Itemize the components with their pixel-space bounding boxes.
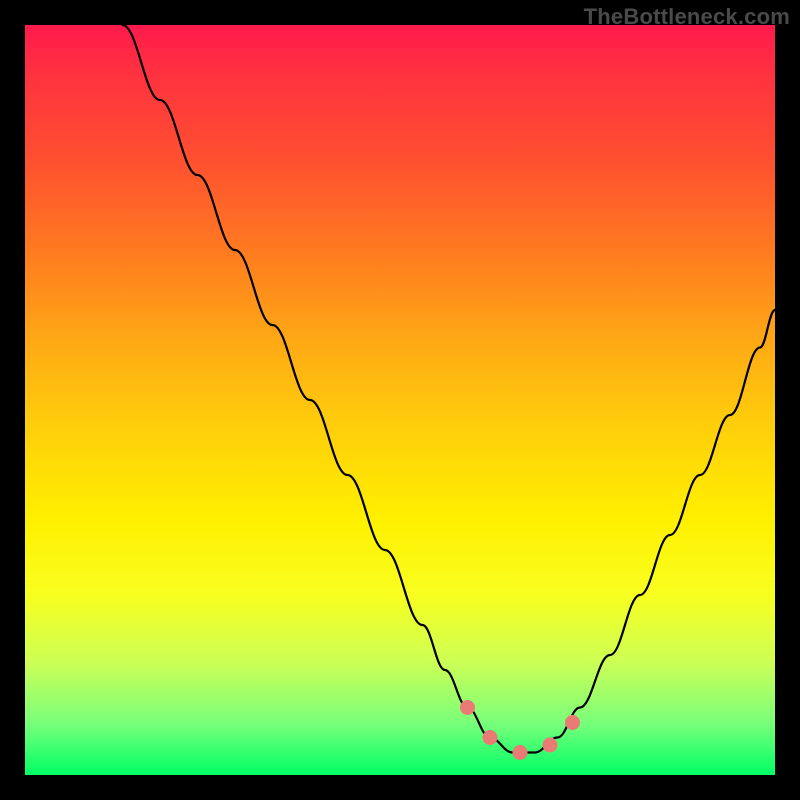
curve-svg bbox=[25, 25, 775, 775]
red-marker-mid-left bbox=[483, 730, 498, 745]
plot-area bbox=[25, 25, 775, 775]
red-marker-right bbox=[565, 715, 580, 730]
marker-group bbox=[460, 700, 580, 760]
bottleneck-curve bbox=[123, 25, 776, 753]
red-marker-bottom bbox=[513, 745, 528, 760]
red-marker-left bbox=[460, 700, 475, 715]
red-marker-mid-right bbox=[543, 738, 558, 753]
chart-frame: TheBottleneck.com bbox=[0, 0, 800, 800]
